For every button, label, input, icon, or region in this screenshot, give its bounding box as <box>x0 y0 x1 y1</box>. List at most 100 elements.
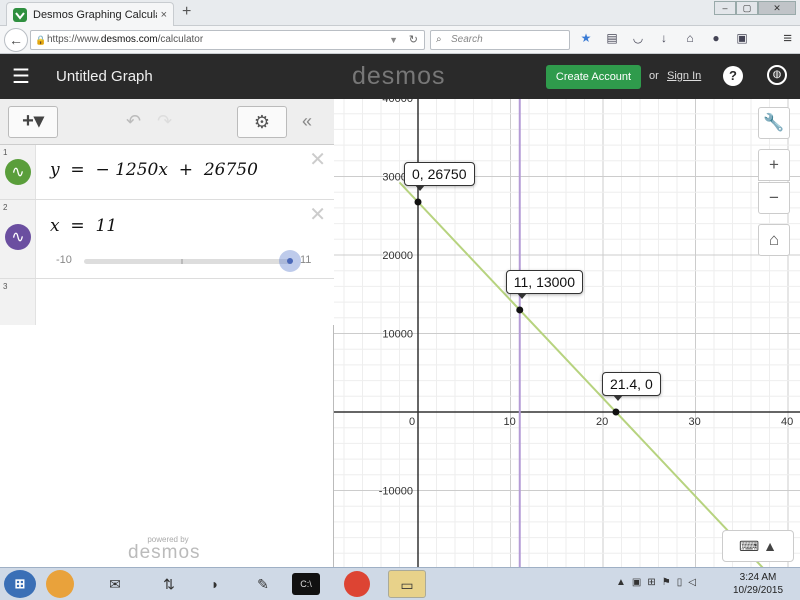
close-window-button[interactable]: ✕ <box>758 1 796 15</box>
point-label[interactable]: 11, 13000 <box>505 269 583 299</box>
expression-row[interactable]: 3 <box>0 279 334 325</box>
start-button[interactable]: ⊞ <box>4 570 36 598</box>
expression-index: 2 <box>3 203 8 212</box>
expression-index: 1 <box>3 148 8 157</box>
tray-windows-icon[interactable]: ⊞ <box>647 577 655 588</box>
addon-icon[interactable]: ▣ <box>734 31 750 45</box>
search-box[interactable]: ⌕ Search <box>430 30 570 50</box>
folder-sync-icon[interactable]: ⇅ <box>150 570 188 598</box>
x-tick-label: 40 <box>781 416 793 428</box>
new-tab-button[interactable]: + <box>182 3 191 21</box>
slider-track[interactable] <box>84 259 291 264</box>
address-bar[interactable]: 🔒 https://www.desmos.com/calculator ▼ ↻ <box>30 30 425 50</box>
slider-min-label[interactable]: -10 <box>56 254 72 266</box>
pocket-icon[interactable]: ◡ <box>630 31 646 45</box>
create-account-button[interactable]: Create Account <box>546 65 641 89</box>
chat-icon[interactable]: ● <box>708 31 724 45</box>
hamburger-menu-icon[interactable]: ☰ <box>12 64 30 89</box>
tools-icon[interactable]: ✎ <box>244 570 282 598</box>
toolbar-icons: ★ ▤ ◡ ↓ ⌂ ● ▣ <box>578 31 750 45</box>
line-graph-icon[interactable]: ∿ <box>5 224 31 250</box>
url-dropdown-icon[interactable]: ▼ <box>389 31 398 49</box>
browser-nav-bar: ← 🔒 https://www.desmos.com/calculator ▼ … <box>0 26 800 54</box>
help-icon[interactable]: ? <box>723 66 743 86</box>
point-marker <box>612 408 620 416</box>
tray-volume-icon[interactable]: ◁ <box>688 577 696 588</box>
clock-time: 3:24 AM <box>739 572 777 583</box>
slider-max-label[interactable]: 11 <box>300 254 311 266</box>
expression-index: 3 <box>3 282 8 291</box>
download-icon[interactable]: ↓ <box>656 31 672 45</box>
browser-tab-bar: Desmos Graphing Calculator × + – ▢ ✕ <box>0 0 800 26</box>
graph-title[interactable]: Untitled Graph <box>56 68 153 85</box>
delete-expression-icon[interactable]: ✕ <box>309 147 326 172</box>
taskbar-clock[interactable]: 3:24 AM 10/29/2015 <box>728 571 788 597</box>
tab-close-icon[interactable]: × <box>161 9 167 21</box>
undo-icon[interactable]: ↶ <box>126 111 141 132</box>
add-item-button[interactable]: +▾ <box>8 106 58 138</box>
language-globe-icon[interactable]: ◍ <box>767 65 787 85</box>
browser-tab[interactable]: Desmos Graphing Calculator × <box>6 2 174 26</box>
desmos-logo: desmos <box>352 62 446 90</box>
bookmark-star-icon[interactable]: ★ <box>578 31 594 45</box>
back-button[interactable]: ← <box>4 28 28 52</box>
lock-icon: 🔒 <box>35 35 47 45</box>
command-prompt-icon[interactable]: C:\ <box>292 573 320 595</box>
browser-menu-icon[interactable]: ≡ <box>783 30 792 47</box>
expression-text[interactable]: x = 11 <box>50 216 117 236</box>
slider-midpoint <box>181 259 183 264</box>
expression-gutter: 1 ∿ <box>0 145 36 199</box>
zoom-in-button[interactable]: + <box>758 149 790 181</box>
graph-paper[interactable]: 0 10 20 30 40 40000 30000 20000 10000 -10000 0, 2… <box>334 99 800 567</box>
tray-power-icon[interactable]: ▯ <box>677 577 683 588</box>
y-tick-label: -10000 <box>379 486 413 498</box>
app-icon[interactable]: ◗ <box>196 570 234 598</box>
point-marker <box>414 198 422 206</box>
y-tick-label: 10000 <box>382 329 413 341</box>
home-icon[interactable]: ⌂ <box>682 31 698 45</box>
collapse-panel-icon[interactable]: « <box>302 111 312 132</box>
expression-toolbar: +▾ ↶ ↷ ⚙ « <box>0 99 334 145</box>
point-marker <box>516 306 524 314</box>
file-explorer-icon[interactable]: ▭ <box>388 570 426 598</box>
expression-gutter: 2 ∿ <box>0 200 36 278</box>
point-label[interactable]: 0, 26750 <box>404 162 475 191</box>
powered-by-desmos-logo: desmos <box>128 542 201 563</box>
line-graph-icon[interactable]: ∿ <box>5 159 31 185</box>
graph-settings-wrench-icon[interactable]: 🔧 <box>758 107 790 139</box>
settings-gear-icon[interactable]: ⚙ <box>237 106 287 138</box>
reload-icon[interactable]: ↻ <box>409 31 418 49</box>
expression-row[interactable]: 1 ∿ y = − 1250x + 26750 ✕ <box>0 145 334 200</box>
expression-row[interactable]: 2 ∿ x = 11 ✕ -10 11 <box>0 200 334 279</box>
tray-expand-icon[interactable]: ▲ <box>616 577 626 588</box>
firefox-icon[interactable] <box>46 570 74 598</box>
clock-date: 10/29/2015 <box>732 585 784 596</box>
keypad-toggle-button[interactable]: ⌨ ▲ <box>722 530 794 562</box>
windows-taskbar: ⊞ ✉ ⇅ ◗ ✎ C:\ ▭ ▲ ▣ ⊞ ⚑ ▯ ◁ 3:24 AM 10/2… <box>0 567 800 600</box>
slider-handle[interactable] <box>279 250 301 272</box>
maximize-button[interactable]: ▢ <box>736 1 758 15</box>
desmos-favicon-icon <box>13 7 27 22</box>
graph-line <box>398 181 764 567</box>
tab-title: Desmos Graphing Calculator <box>33 8 157 21</box>
bookmarks-list-icon[interactable]: ▤ <box>604 31 620 45</box>
url-domain: desmos.com <box>100 34 158 45</box>
search-placeholder: Search <box>451 34 483 45</box>
y-tick-label: 40000 <box>382 99 413 105</box>
zoom-out-button[interactable]: − <box>758 182 790 214</box>
url-prefix: https://www. <box>47 34 101 45</box>
tray-flag-icon[interactable]: ⚑ <box>662 577 671 588</box>
chrome-icon[interactable] <box>344 571 370 597</box>
tray-device-icon[interactable]: ▣ <box>632 577 641 588</box>
minimize-button[interactable]: – <box>714 1 736 15</box>
window-controls: – ▢ ✕ <box>714 1 796 15</box>
default-view-home-icon[interactable]: ⌂ <box>758 224 790 256</box>
expression-text[interactable]: y = − 1250x + 26750 <box>50 160 258 180</box>
x-tick-label: 0 <box>409 416 415 428</box>
thunderbird-icon[interactable]: ✉ <box>96 570 134 598</box>
sign-in-link[interactable]: Sign In <box>667 70 701 82</box>
point-label[interactable]: 21.4, 0 <box>601 372 661 401</box>
delete-expression-icon[interactable]: ✕ <box>309 202 326 227</box>
redo-icon[interactable]: ↷ <box>157 111 172 132</box>
y-tick-label: 20000 <box>382 250 413 262</box>
